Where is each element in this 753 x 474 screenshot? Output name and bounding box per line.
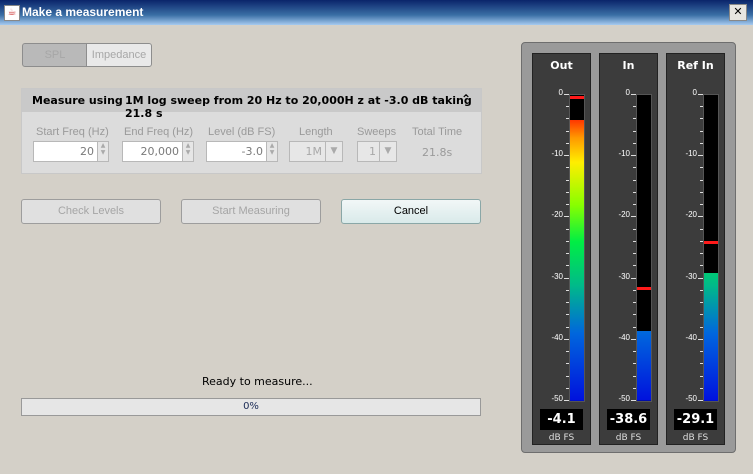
out-peak-marker <box>570 95 584 99</box>
meter-tick-label: -30 <box>685 271 697 281</box>
length-value: 1M <box>305 145 323 158</box>
impedance-toggle-button[interactable]: Impedance <box>86 43 152 67</box>
ref-in-readout: -29.1 <box>674 409 717 430</box>
dialog-content: SPL Impedance Measure using 1M log sweep… <box>0 25 753 474</box>
ref-in-peak-marker <box>704 240 718 244</box>
spinner-arrows-icon[interactable]: ▲ ▼ <box>97 142 108 161</box>
meter-tick-label: -40 <box>685 332 697 342</box>
title-bar: ☕ Make a measurement ✕ <box>0 0 753 25</box>
meter-tick-label: 0 <box>692 88 697 97</box>
ref-in-meter: Ref In 0 -10 -20 -30 -40 -50 -29.1 dB FS <box>666 53 725 445</box>
check-levels-button[interactable]: Check Levels <box>21 199 161 224</box>
meter-tick-label: -20 <box>685 210 697 220</box>
meter-tick-label: 0 <box>558 88 563 97</box>
dropdown-arrow-icon[interactable]: ▼ <box>379 142 396 161</box>
end-freq-value: 20,000 <box>140 145 180 158</box>
meter-tick-label: -20 <box>618 210 630 220</box>
out-readout: -4.1 <box>540 409 583 430</box>
meter-tick-label: -40 <box>551 332 563 342</box>
in-meter-title: In <box>622 59 635 72</box>
level-value: -3.0 <box>241 145 263 158</box>
meter-track <box>569 94 585 402</box>
length-label: Length <box>299 126 333 138</box>
meter-tick-label: -30 <box>551 271 563 281</box>
measure-header[interactable]: Measure using 1M log sweep from 20 Hz to… <box>22 89 481 120</box>
close-button[interactable]: ✕ <box>729 4 747 21</box>
start-measuring-button[interactable]: Start Measuring <box>181 199 321 224</box>
java-app-icon: ☕ <box>4 5 20 21</box>
meter-tick-label: -40 <box>618 332 630 342</box>
meter-tick-label: 0 <box>625 88 630 97</box>
start-freq-spinner[interactable]: 20 ▲ ▼ <box>33 141 109 162</box>
out-unit: dB FS <box>548 433 575 443</box>
meter-track <box>703 94 719 402</box>
measure-description: 1M log sweep from 20 Hz to 20,000H z at … <box>125 94 472 120</box>
in-meter: In 0 -10 -20 -30 -40 -50 -38.6 dB FS <box>599 53 658 445</box>
progress-bar: 0% <box>21 398 481 416</box>
spinner-arrows-icon[interactable]: ▲ ▼ <box>266 142 277 161</box>
level-spinner[interactable]: -3.0 ▲ ▼ <box>206 141 278 162</box>
meter-track <box>636 94 652 402</box>
end-freq-label: End Freq (Hz) <box>124 126 194 138</box>
meter-tick-label: -10 <box>685 149 697 159</box>
sweeps-value: 1 <box>369 145 376 158</box>
meter-tick-label: -20 <box>551 210 563 220</box>
end-freq-spinner[interactable]: 20,000 ▲ ▼ <box>122 141 194 162</box>
out-meter: Out 0 -10 -20 -30 -40 -50 -4.1 dB FS <box>532 53 591 445</box>
dropdown-arrow-icon[interactable]: ▼ <box>325 142 342 161</box>
spinner-arrows-icon[interactable]: ▲ ▼ <box>182 142 193 161</box>
in-level-bar <box>637 331 651 401</box>
meter-tick-label: -10 <box>618 149 630 159</box>
meter-tick-label: -50 <box>685 394 697 403</box>
ref-in-level-bar <box>704 273 718 401</box>
ref-in-meter-title: Ref In <box>677 59 714 72</box>
start-freq-value: 20 <box>80 145 94 158</box>
ref-in-unit: dB FS <box>682 433 709 443</box>
status-text: Ready to measure... <box>202 375 313 388</box>
start-freq-label: Start Freq (Hz) <box>36 126 109 138</box>
collapse-icon[interactable]: ⌃ <box>461 92 471 106</box>
measure-using-label: Measure using <box>32 94 123 107</box>
spl-toggle-button[interactable]: SPL <box>22 43 88 67</box>
level-label: Level (dB FS) <box>208 126 276 138</box>
in-readout: -38.6 <box>607 409 650 430</box>
sweeps-label: Sweeps <box>357 126 397 138</box>
meter-tick-label: -30 <box>618 271 630 281</box>
meter-tick-label: -50 <box>551 394 563 403</box>
meter-tick-label: -10 <box>551 149 563 159</box>
total-time-label: Total Time <box>412 126 463 138</box>
window-title: Make a measurement <box>22 5 144 19</box>
in-peak-marker <box>637 286 651 290</box>
out-level-bar <box>570 120 584 401</box>
level-meters-panel: Out 0 -10 -20 -30 -40 -50 -4.1 dB FS In 0 -10 -… <box>521 42 736 453</box>
cancel-button[interactable]: Cancel <box>341 199 481 224</box>
total-time-value: 21.8s <box>422 146 453 159</box>
sweeps-select[interactable]: 1 ▼ <box>357 141 397 162</box>
progress-label: 0% <box>243 401 259 412</box>
in-unit: dB FS <box>615 433 642 443</box>
meter-tick-label: -50 <box>618 394 630 403</box>
measure-settings-panel: Measure using 1M log sweep from 20 Hz to… <box>21 88 482 174</box>
out-meter-title: Out <box>550 59 573 72</box>
length-select[interactable]: 1M ▼ <box>289 141 343 162</box>
